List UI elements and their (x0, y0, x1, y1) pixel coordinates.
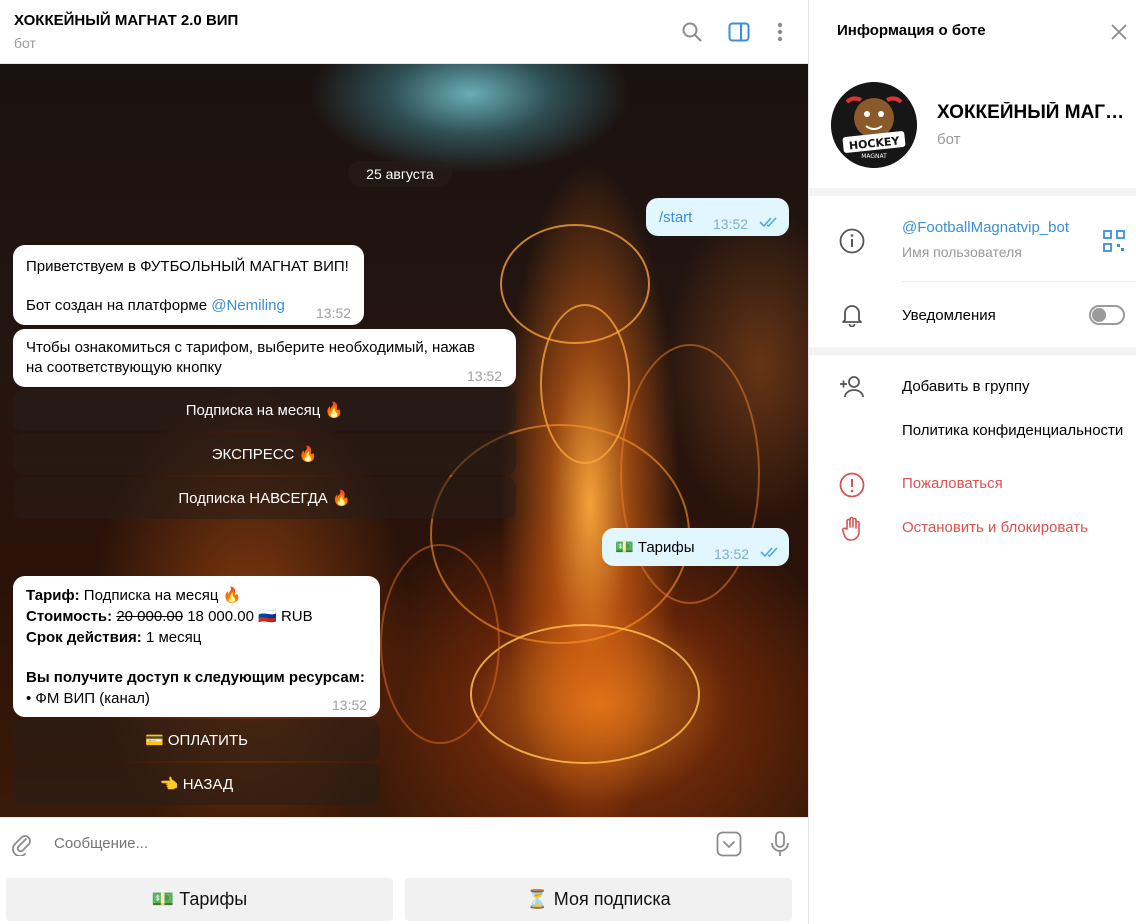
add-user-icon (839, 374, 865, 400)
avatar[interactable]: HOCKEY MAGNAT (831, 82, 917, 168)
inline-button-month[interactable]: Подписка на месяц 🔥 (13, 389, 516, 431)
mention-link[interactable]: @Nemiling (211, 297, 285, 314)
chat-subtitle: бот (14, 35, 36, 51)
message-text: Чтобы ознакомиться с тарифом, выберите н… (26, 339, 476, 356)
message-text: 💵 Тарифы (615, 539, 695, 556)
bot-subtitle: бот (937, 131, 961, 148)
notifications-label: Уведомления (902, 307, 996, 324)
double-check-icon (759, 217, 777, 228)
tariff-line: Тариф: Подписка на месяц 🔥 (26, 585, 241, 607)
chat-header[interactable]: ХОККЕЙНЫЙ МАГНАТ 2.0 ВИП бот (0, 0, 808, 64)
duration-label: Срок действия: (26, 629, 142, 646)
microphone-icon[interactable] (770, 830, 790, 858)
double-check-icon (760, 547, 778, 558)
close-icon[interactable] (1109, 22, 1129, 42)
inline-button-pay[interactable]: 💳 ОПЛАТИТЬ (13, 719, 380, 761)
chat-panel: ХОККЕЙНЫЙ МАГНАТ 2.0 ВИП бот 25 августа … (0, 0, 808, 924)
attach-icon[interactable] (10, 832, 34, 857)
bot-info-panel: Информация о боте HOCKEY MAGNAT ХОККЕЙНЫ… (808, 0, 1136, 924)
message-time: 13:52 (467, 368, 503, 384)
access-item: • ФМ ВИП (канал) (26, 690, 150, 707)
info-panel-title: Информация о боте (837, 22, 986, 39)
reply-button-my-subscription[interactable]: ⏳ Моя подписка (405, 878, 792, 921)
avatar-logo-subtext: MAGNAT (861, 153, 887, 160)
message-text: Приветствуем в ФУТБОЛЬНЫЙ МАГНАТ ВИП! (26, 258, 349, 275)
report-item[interactable]: Пожаловаться (902, 475, 1003, 492)
bot-keyboard-icon[interactable] (716, 831, 742, 857)
bot-name: ХОККЕЙНЫЙ МАГНАТ 2.0 ВИП (937, 102, 1127, 123)
message-composer (0, 817, 808, 869)
message-time: 13:52 (713, 216, 749, 232)
price-old: 20 000.00 (116, 608, 184, 625)
row-divider (902, 281, 1136, 282)
inline-button-forever[interactable]: Подписка НАВСЕГДА 🔥 (13, 477, 516, 519)
section-divider (809, 188, 1136, 196)
more-menu-icon[interactable] (768, 20, 792, 44)
message-text: на соответствующую кнопку (26, 359, 222, 376)
notifications-toggle[interactable] (1089, 305, 1125, 325)
block-hand-icon (839, 516, 865, 542)
chat-title[interactable]: ХОККЕЙНЫЙ МАГНАТ 2.0 ВИП (14, 12, 238, 29)
inline-button-express[interactable]: ЭКСПРЕСС 🔥 (13, 433, 516, 475)
reply-button-tariffs[interactable]: 💵 Тарифы (6, 878, 393, 921)
duration-line: Срок действия: 1 месяц (26, 627, 201, 649)
filament-swirl (380, 544, 500, 744)
add-to-group-item[interactable]: Добавить в группу (902, 378, 1030, 395)
bell-icon (839, 302, 865, 328)
tariff-value: Подписка на месяц 🔥 (79, 587, 242, 604)
reply-keyboard: 💵 Тарифы ⏳ Моя подписка (0, 869, 808, 924)
report-icon (839, 472, 865, 498)
message-input[interactable] (54, 835, 654, 852)
username-caption: Имя пользователя (902, 244, 1022, 260)
price-label: Стоимость: (26, 608, 113, 625)
tariff-label: Тариф: (26, 587, 80, 604)
outgoing-message-tariffs[interactable]: 💵 Тарифы 13:52 (602, 528, 789, 566)
qr-code-icon[interactable] (1103, 230, 1125, 252)
search-icon[interactable] (680, 20, 704, 44)
incoming-message-tariff-details[interactable]: Тариф: Подписка на месяц 🔥 Стоимость: 20… (13, 576, 380, 717)
command-text[interactable]: /start (659, 207, 692, 229)
access-heading: Вы получите доступ к следующим ресурсам: (26, 669, 365, 686)
filament-swirl (470, 624, 700, 764)
incoming-message-choose[interactable]: Чтобы ознакомиться с тарифом, выберите н… (13, 329, 516, 387)
outgoing-message-start[interactable]: /start 13:52 (646, 198, 789, 236)
price-line: Стоимость: 20 000.00 18 000.00 🇷🇺 RUB (26, 606, 313, 628)
info-icon (839, 228, 865, 254)
bot-username[interactable]: @FootballMagnatvip_bot (902, 219, 1069, 236)
message-time: 13:52 (316, 305, 352, 321)
message-time: 13:52 (714, 546, 750, 562)
sidebar-toggle-icon[interactable] (727, 20, 751, 44)
privacy-policy-item[interactable]: Политика конфиденциальности (902, 422, 1136, 439)
price-new: 18 000.00 🇷🇺 RUB (183, 608, 313, 625)
incoming-message-welcome[interactable]: Приветствуем в ФУТБОЛЬНЫЙ МАГНАТ ВИП! Бо… (13, 245, 364, 325)
message-time: 13:52 (332, 697, 368, 713)
message-text: Бот создан на платформе @Nemiling (26, 295, 285, 317)
message-text-part: Бот создан на платформе (26, 297, 212, 314)
inline-button-back[interactable]: 👈 НАЗАД (13, 763, 380, 805)
date-separator: 25 августа (348, 161, 452, 187)
section-divider (809, 347, 1136, 355)
toggle-knob (1092, 308, 1106, 322)
block-bot-item[interactable]: Остановить и блокировать (902, 519, 1088, 536)
duration-value: 1 месяц (141, 629, 202, 646)
